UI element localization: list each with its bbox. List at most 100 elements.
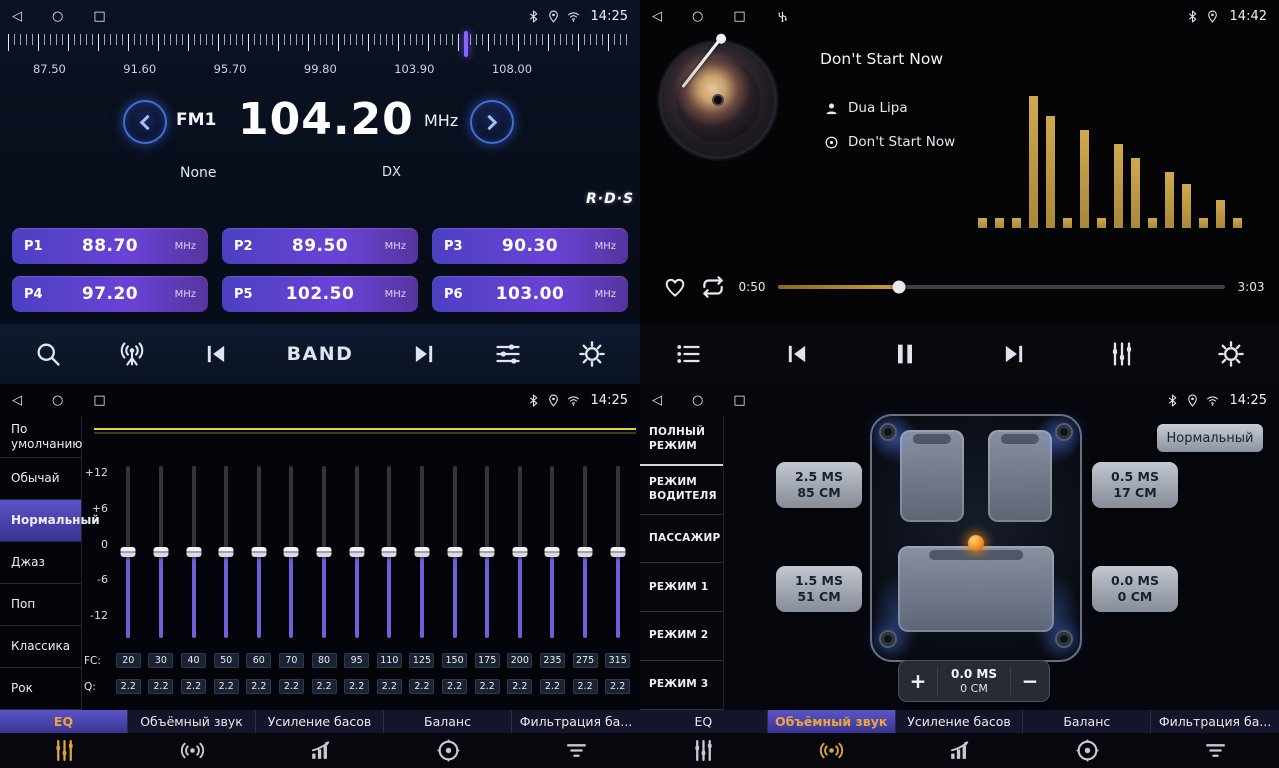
- listening-position-marker[interactable]: [968, 535, 984, 551]
- eq-band-slider[interactable]: [243, 460, 276, 644]
- slider-knob[interactable]: [284, 547, 299, 557]
- eq-band-slider[interactable]: [438, 460, 471, 644]
- audio-tab[interactable]: Баланс: [1023, 710, 1151, 768]
- slider-knob[interactable]: [317, 547, 332, 557]
- eq-band-slider[interactable]: [569, 460, 602, 644]
- listening-mode-item[interactable]: РЕЖИМ ВОДИТЕЛЯ: [640, 466, 723, 515]
- back-icon[interactable]: [652, 10, 662, 23]
- slider-knob[interactable]: [349, 547, 364, 557]
- eq-preset-item[interactable]: Классика: [0, 626, 81, 668]
- back-icon[interactable]: [12, 10, 22, 23]
- recents-icon[interactable]: [733, 10, 745, 23]
- eq-preset-item[interactable]: Рок: [0, 668, 81, 710]
- playlist-button[interactable]: [674, 340, 702, 368]
- recents-icon[interactable]: [733, 394, 745, 407]
- tuning-options-button[interactable]: [494, 340, 522, 368]
- audio-tab[interactable]: Фильтрация ба...: [512, 710, 640, 768]
- repeat-button[interactable]: [700, 274, 726, 300]
- slider-knob[interactable]: [251, 547, 266, 557]
- preset-button[interactable]: P6 103.00 MHz: [432, 276, 628, 312]
- eq-band-slider[interactable]: [406, 460, 439, 644]
- eq-band-slider[interactable]: [275, 460, 308, 644]
- eq-band-slider[interactable]: [373, 460, 406, 644]
- home-icon[interactable]: [52, 394, 63, 407]
- settings-button[interactable]: [578, 340, 606, 368]
- eq-band-slider[interactable]: [601, 460, 634, 644]
- eq-band-slider[interactable]: [308, 460, 341, 644]
- front-left-delay-button[interactable]: 2.5 MS 85 CM: [776, 462, 862, 508]
- preset-button[interactable]: P2 89.50 MHz: [222, 228, 418, 264]
- preset-button[interactable]: P5 102.50 MHz: [222, 276, 418, 312]
- slider-knob[interactable]: [578, 547, 593, 557]
- rear-right-delay-button[interactable]: 0.0 MS 0 CM: [1092, 566, 1178, 612]
- frequency-ruler[interactable]: 87.5091.6095.7099.80103.90108.00: [8, 34, 632, 82]
- home-icon[interactable]: [52, 10, 63, 23]
- slider-knob[interactable]: [447, 547, 462, 557]
- listening-mode-item[interactable]: РЕЖИМ 1: [640, 563, 723, 612]
- listening-mode-item[interactable]: РЕЖИМ 3: [640, 661, 723, 710]
- eq-preset-item[interactable]: Нормальный: [0, 500, 81, 542]
- seek-handle[interactable]: [892, 281, 905, 294]
- next-station-button[interactable]: [410, 340, 438, 368]
- prev-station-button[interactable]: [202, 340, 230, 368]
- eq-band-slider[interactable]: [145, 460, 178, 644]
- preset-button[interactable]: P4 97.20 MHz: [12, 276, 208, 312]
- slider-knob[interactable]: [545, 547, 560, 557]
- slider-knob[interactable]: [480, 547, 495, 557]
- audio-tab[interactable]: Усиление басов: [896, 710, 1024, 768]
- band-button[interactable]: BAND: [287, 343, 354, 365]
- front-right-delay-button[interactable]: 0.5 MS 17 CM: [1092, 462, 1178, 508]
- audio-tab[interactable]: Фильтрация ба...: [1151, 710, 1279, 768]
- eq-preset-item[interactable]: Поп: [0, 584, 81, 626]
- eq-preset-item[interactable]: Джаз: [0, 542, 81, 584]
- listening-mode-item[interactable]: ПАССАЖИР: [640, 515, 723, 564]
- audio-tab[interactable]: Усиление басов: [256, 710, 384, 768]
- eq-band-slider[interactable]: [177, 460, 210, 644]
- preset-button[interactable]: P3 90.30 MHz: [432, 228, 628, 264]
- slider-knob[interactable]: [512, 547, 527, 557]
- audio-tab[interactable]: Баланс: [384, 710, 512, 768]
- eq-preset-item[interactable]: Обычай: [0, 458, 81, 500]
- slider-knob[interactable]: [153, 547, 168, 557]
- decrease-delay-button[interactable]: −: [1011, 661, 1049, 701]
- next-track-button[interactable]: [1000, 340, 1028, 368]
- back-icon[interactable]: [652, 394, 662, 407]
- prev-track-button[interactable]: [783, 340, 811, 368]
- audio-tab[interactable]: Объёмный звук: [128, 710, 256, 768]
- home-icon[interactable]: [692, 394, 703, 407]
- back-icon[interactable]: [12, 394, 22, 407]
- scan-button[interactable]: [34, 340, 62, 368]
- seek-up-button[interactable]: [470, 100, 514, 144]
- eq-band-slider[interactable]: [340, 460, 373, 644]
- pause-button[interactable]: [891, 340, 919, 368]
- slider-knob[interactable]: [121, 547, 136, 557]
- slider-knob[interactable]: [219, 547, 234, 557]
- slider-knob[interactable]: [610, 547, 625, 557]
- eq-band-slider[interactable]: [536, 460, 569, 644]
- increase-delay-button[interactable]: +: [899, 661, 937, 701]
- eq-band-slider[interactable]: [112, 460, 145, 644]
- eq-band-slider[interactable]: [504, 460, 537, 644]
- seek-bar[interactable]: [778, 285, 1225, 289]
- sound-preset-button[interactable]: Нормальный: [1157, 424, 1263, 452]
- recents-icon[interactable]: [93, 394, 105, 407]
- recents-icon[interactable]: [93, 10, 105, 23]
- favorite-button[interactable]: [662, 274, 688, 300]
- listening-mode-item[interactable]: РЕЖИМ 2: [640, 612, 723, 661]
- broadcast-button[interactable]: [118, 340, 146, 368]
- slider-knob[interactable]: [186, 547, 201, 557]
- mixer-button[interactable]: [1108, 340, 1136, 368]
- slider-knob[interactable]: [382, 547, 397, 557]
- seek-down-button[interactable]: [123, 100, 167, 144]
- eq-band-slider[interactable]: [471, 460, 504, 644]
- eq-band-slider[interactable]: [210, 460, 243, 644]
- preset-button[interactable]: P1 88.70 MHz: [12, 228, 208, 264]
- settings-button[interactable]: [1217, 340, 1245, 368]
- eq-preset-item[interactable]: По умолчанию: [0, 416, 81, 458]
- audio-tab[interactable]: EQ: [0, 710, 128, 768]
- rear-left-delay-button[interactable]: 1.5 MS 51 CM: [776, 566, 862, 612]
- home-icon[interactable]: [692, 10, 703, 23]
- listening-mode-item[interactable]: ПОЛНЫЙ РЕЖИМ: [640, 416, 723, 466]
- audio-tab[interactable]: EQ: [640, 710, 768, 768]
- audio-tab[interactable]: Объёмный звук: [768, 710, 896, 768]
